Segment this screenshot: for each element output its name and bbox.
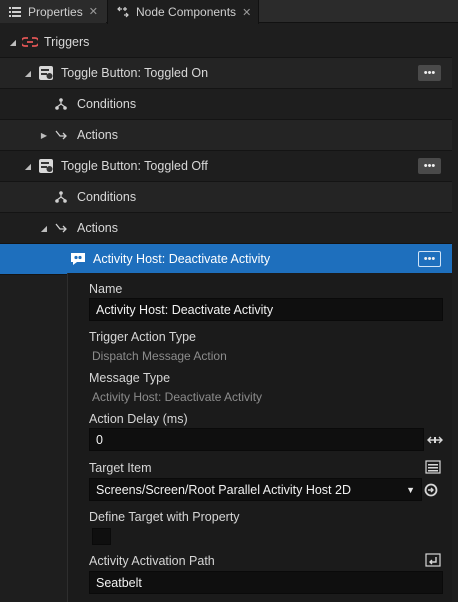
reset-target-icon[interactable] xyxy=(422,482,440,498)
trigger-action-type-label: Trigger Action Type xyxy=(89,330,197,344)
tree-item-deactivate-activity[interactable]: Activity Host: Deactivate Activity ••• xyxy=(0,244,452,275)
define-target-checkbox[interactable] xyxy=(92,528,111,545)
message-type-value: Activity Host: Deactivate Activity xyxy=(92,390,263,404)
tab-node-components-label: Node Components xyxy=(136,5,237,19)
tree-item-label: Activity Host: Deactivate Activity xyxy=(93,252,271,266)
target-item-label: Target Item xyxy=(89,461,152,475)
tab-properties-close-icon[interactable]: ✕ xyxy=(89,5,98,18)
target-item-select[interactable]: Screens/Screen/Root Parallel Activity Ho… xyxy=(89,478,422,501)
tab-node-components-close-icon[interactable]: ✕ xyxy=(242,6,251,19)
action-delay-label: Action Delay (ms) xyxy=(89,412,188,426)
action-delay-input[interactable]: 0 xyxy=(89,428,424,451)
define-target-label: Define Target with Property xyxy=(89,510,240,524)
trigger-node-icon xyxy=(37,157,55,175)
expand-arrow-icon[interactable]: ◢ xyxy=(39,223,49,233)
tree-item-label: Conditions xyxy=(77,97,137,111)
drag-value-icon[interactable] xyxy=(426,432,444,448)
tree-item-label: Toggle Button: Toggled Off xyxy=(61,159,208,173)
bind-property-icon[interactable] xyxy=(424,552,442,568)
tab-bar: Properties ✕ Node Components ✕ xyxy=(0,0,458,24)
target-item-value: Screens/Screen/Root Parallel Activity Ho… xyxy=(96,482,351,497)
tree-item-label: Conditions xyxy=(77,190,137,204)
tree-item-label: Toggle Button: Toggled On xyxy=(61,66,209,80)
tree-item-toggled-off[interactable]: ◢ Toggle Button: Toggled Off ••• xyxy=(0,151,452,182)
tree-item-conditions[interactable]: Conditions xyxy=(0,89,452,120)
trigger-action-type-value: Dispatch Message Action xyxy=(92,349,227,363)
actions-icon xyxy=(52,219,70,237)
more-options-button[interactable]: ••• xyxy=(418,65,441,81)
tab-properties[interactable]: Properties ✕ xyxy=(0,0,106,23)
tab-properties-label: Properties xyxy=(28,4,83,19)
trigger-icon xyxy=(21,33,39,51)
tree-item-actions[interactable]: ◢ Actions xyxy=(0,213,452,244)
scrollbar[interactable] xyxy=(452,26,458,602)
tree-item-triggers[interactable]: ◢ Triggers xyxy=(0,27,452,58)
properties-list-icon xyxy=(8,6,22,17)
message-action-icon xyxy=(69,250,87,268)
name-input[interactable]: Activity Host: Deactivate Activity xyxy=(89,298,443,321)
collapsed-arrow-icon[interactable]: ▶ xyxy=(39,130,49,140)
tree-item-label: Triggers xyxy=(44,35,90,49)
more-options-button[interactable]: ••• xyxy=(418,251,441,267)
tree-item-toggled-on[interactable]: ◢ Toggle Button: Toggled On ••• xyxy=(0,58,452,89)
action-properties-panel: Name Activity Host: Deactivate Activity … xyxy=(67,273,452,602)
conditions-icon xyxy=(52,188,70,206)
name-label: Name xyxy=(89,282,123,296)
tab-node-components[interactable]: Node Components ✕ xyxy=(107,0,259,24)
tree-item-conditions[interactable]: Conditions xyxy=(0,182,452,213)
expand-arrow-icon[interactable]: ◢ xyxy=(23,161,33,171)
expand-arrow-icon[interactable]: ◢ xyxy=(23,68,33,78)
more-options-button[interactable]: ••• xyxy=(418,158,441,174)
expand-arrow-icon[interactable]: ◢ xyxy=(8,37,18,47)
actions-icon xyxy=(52,126,70,144)
tree-item-label: Actions xyxy=(77,128,118,142)
dropdown-arrow-icon[interactable]: ▼ xyxy=(406,485,415,495)
node-components-icon xyxy=(116,6,130,18)
activation-path-label: Activity Activation Path xyxy=(89,554,215,568)
trigger-node-icon xyxy=(37,64,55,82)
activation-path-input[interactable]: Seatbelt xyxy=(89,571,443,594)
message-type-label: Message Type xyxy=(89,371,171,385)
browse-target-icon[interactable] xyxy=(424,459,442,475)
conditions-icon xyxy=(52,95,70,113)
tree-item-actions[interactable]: ▶ Actions xyxy=(0,120,452,151)
tree-item-label: Actions xyxy=(77,221,118,235)
